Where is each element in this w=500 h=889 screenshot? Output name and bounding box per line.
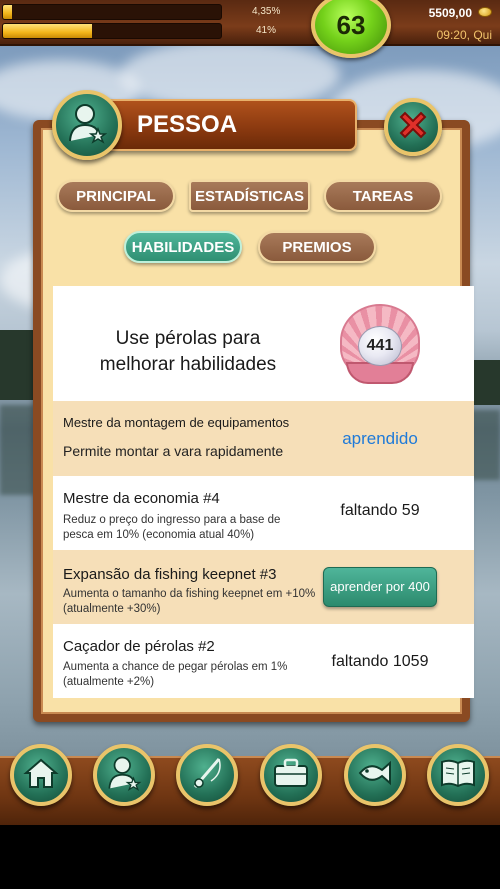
skill-name: Mestre da montagem de equipamentos [63,415,290,430]
nav-fish-button[interactable] [344,744,406,806]
skill-description: Aumenta o tamanho da fishing keepnet em … [63,588,316,615]
energy-percent: 41% [256,25,277,36]
skill-description: Aumenta a chance de pegar pérolas em 1% … [63,661,288,688]
skill-row: Expansão da fishing keepnet #3 Aumenta o… [53,550,474,624]
tab-label: PRINCIPAL [76,187,156,205]
skills-list[interactable]: Use pérolas para melhorar habilidades 44… [53,286,474,698]
skill-status-learned: aprendido [342,429,418,448]
profile-icon [106,754,142,797]
skill-status: faltando 1059 [331,653,429,670]
skill-description: Reduz o preço do ingresso para a base de… [63,514,281,541]
skill-name: Expansão da fishing keepnet #3 [63,566,277,583]
tab-estadisticas[interactable]: ESTADÍSTICAS [189,180,310,212]
xp-bar [2,4,222,20]
header-line: melhorar habilidades [99,354,277,375]
xp-bar-fill [3,5,13,19]
profile-button[interactable] [52,90,122,160]
profile-icon [67,101,108,150]
nav-home-button[interactable] [10,744,72,806]
skill-name: Caçador de pérolas #2 [63,638,215,655]
tab-tareas[interactable]: TAREAS [324,180,442,212]
nav-inventory-button[interactable] [260,744,322,806]
tab-principal[interactable]: PRINCIPAL [57,180,175,212]
window-title: PESSOA [95,99,357,151]
xp-percent: 4,35% [252,6,281,17]
screen-bottom-bar [0,825,500,889]
energy-bar [2,23,222,39]
pearl-count: 441 [358,326,402,366]
nav-profile-button[interactable] [93,744,155,806]
tab-premios[interactable]: PREMIOS [258,231,376,263]
tab-label: HABILIDADES [131,238,235,256]
close-button[interactable] [384,98,442,156]
window-title-text: PESSOA [137,111,238,138]
pearl-shell-icon: 441 [340,304,420,386]
fish-icon [356,758,394,793]
fishing-rod-icon [189,755,225,796]
bottom-nav-bar [0,756,500,825]
coin-balance: 5509,00 [428,6,472,20]
energy-bar-fill [3,24,93,38]
skill-status: faltando 59 [340,502,420,519]
skill-name: Mestre da economia #4 [63,490,220,507]
close-icon [395,107,431,148]
skill-row: Mestre da economia #4 Reduz o preço do i… [53,476,474,550]
tab-habilidades[interactable]: HABILIDADES [124,231,242,263]
top-hud: 4,35% 41% 5509,00 09:20, Qui [0,0,500,46]
briefcase-icon [272,757,310,794]
game-clock: 09:20, Qui [436,28,492,42]
skill-description: Permite montar a vara rapidamente [63,443,284,459]
learn-skill-button-label: aprender por 400 [330,579,430,594]
book-icon [439,757,477,794]
tab-label: PREMIOS [282,238,352,256]
header-line: Use pérolas para [115,328,261,349]
nav-tackle-button[interactable] [176,744,238,806]
skill-row: Mestre da montagem de equipamentos Permi… [53,401,474,476]
learn-skill-button[interactable]: aprender por 400 [323,567,437,607]
tab-label: TAREAS [352,187,414,205]
skills-header: Use pérolas para melhorar habilidades 44… [53,286,474,401]
coin-icon [478,7,492,17]
tab-label: ESTADÍSTICAS [195,187,304,205]
skill-row: Caçador de pérolas #2 Aumenta a chance d… [53,624,474,698]
skills-header-text: Use pérolas para melhorar habilidades [73,326,303,378]
nav-journal-button[interactable] [427,744,489,806]
home-icon [23,756,59,795]
